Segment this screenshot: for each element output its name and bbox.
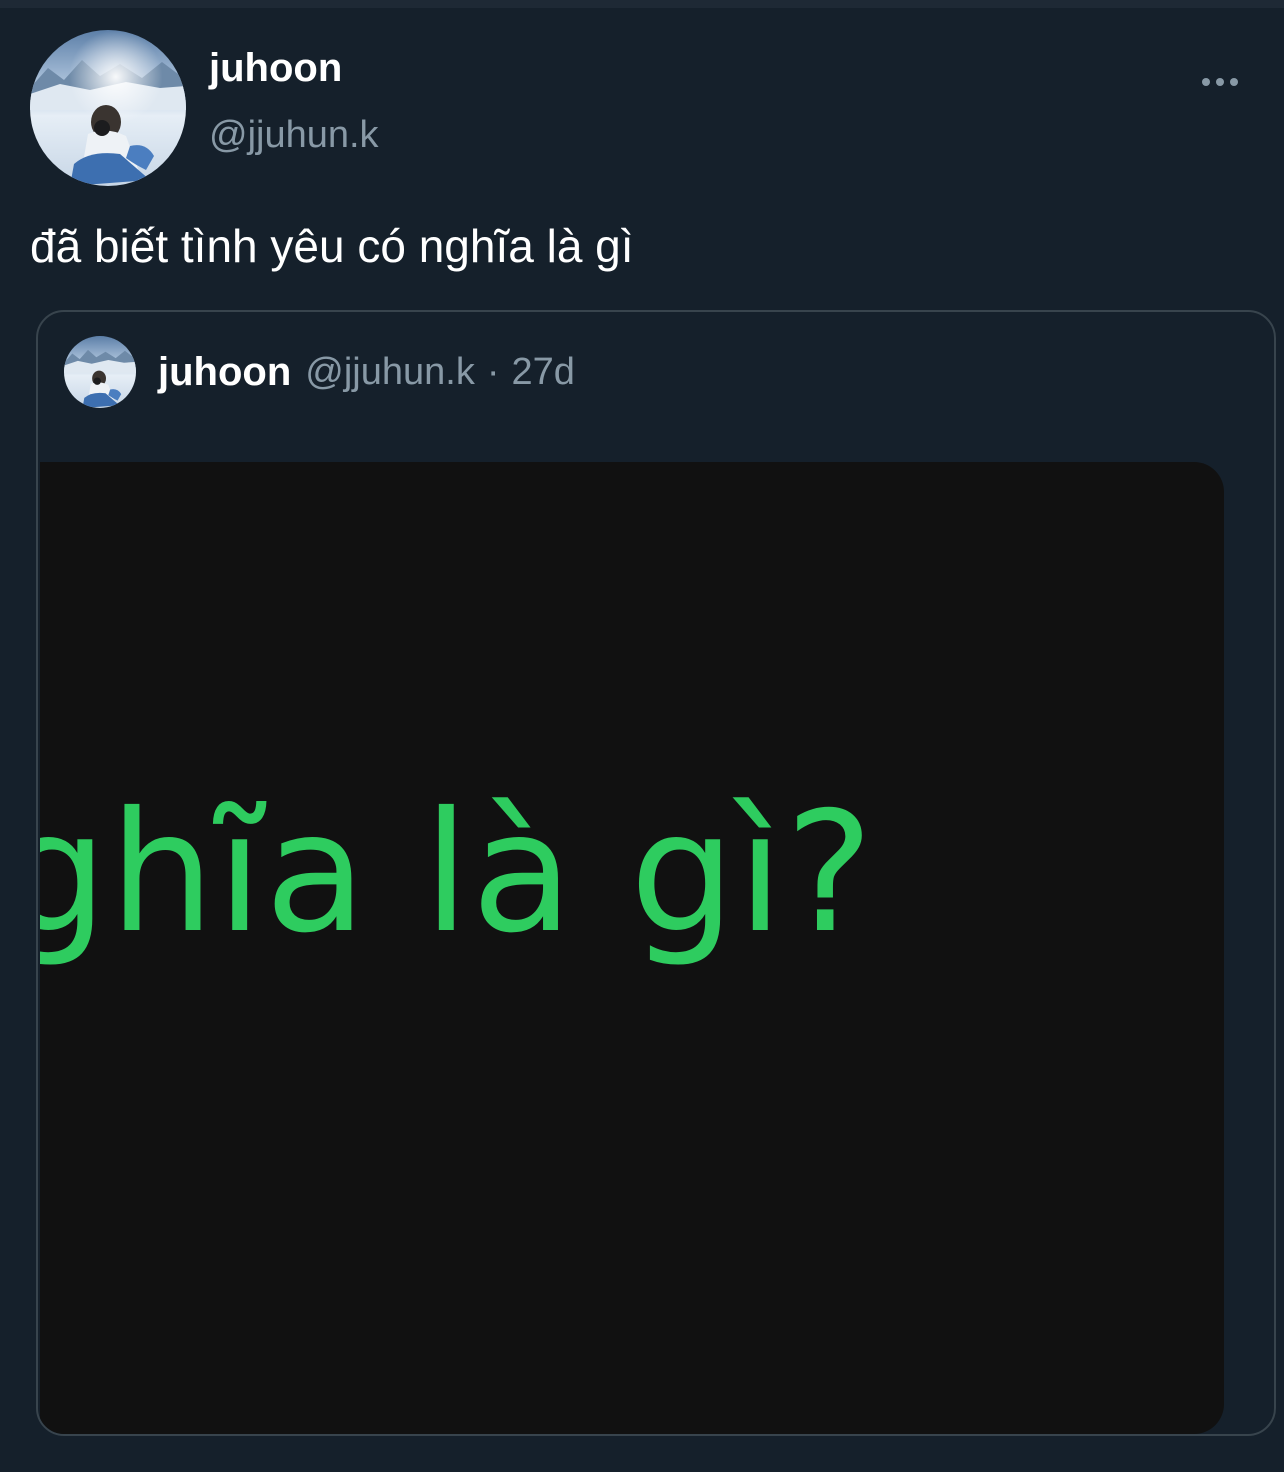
author-avatar[interactable] [30, 30, 186, 186]
quoted-tweet-time[interactable]: 27d [512, 351, 575, 394]
quoted-tweet-header: juhoon @jjuhun.k · 27d [158, 348, 575, 396]
more-options-icon[interactable] [1188, 60, 1252, 104]
quoted-tweet-card[interactable]: juhoon @jjuhun.k · 27d ghĩa là gì? [36, 310, 1276, 1436]
quoted-author-avatar[interactable] [64, 336, 136, 408]
author-name[interactable]: juhoon [209, 44, 342, 92]
quoted-author-name[interactable]: juhoon [158, 350, 291, 395]
top-divider [0, 0, 1284, 8]
quoted-tweet-image[interactable]: ghĩa là gì? [40, 462, 1224, 1434]
quoted-author-handle[interactable]: @jjuhun.k [305, 351, 475, 394]
image-caption-text: ghĩa là gì? [40, 777, 876, 970]
tweet-page: juhoon @jjuhun.k đã biết tình yêu có ngh… [0, 0, 1284, 1472]
author-handle[interactable]: @jjuhun.k [209, 112, 379, 158]
more-dot [1202, 78, 1210, 86]
separator-dot: · [486, 350, 500, 393]
tweet-text: đã biết tình yêu có nghĩa là gì [30, 220, 634, 272]
more-dot [1230, 78, 1238, 86]
more-dot [1216, 78, 1224, 86]
